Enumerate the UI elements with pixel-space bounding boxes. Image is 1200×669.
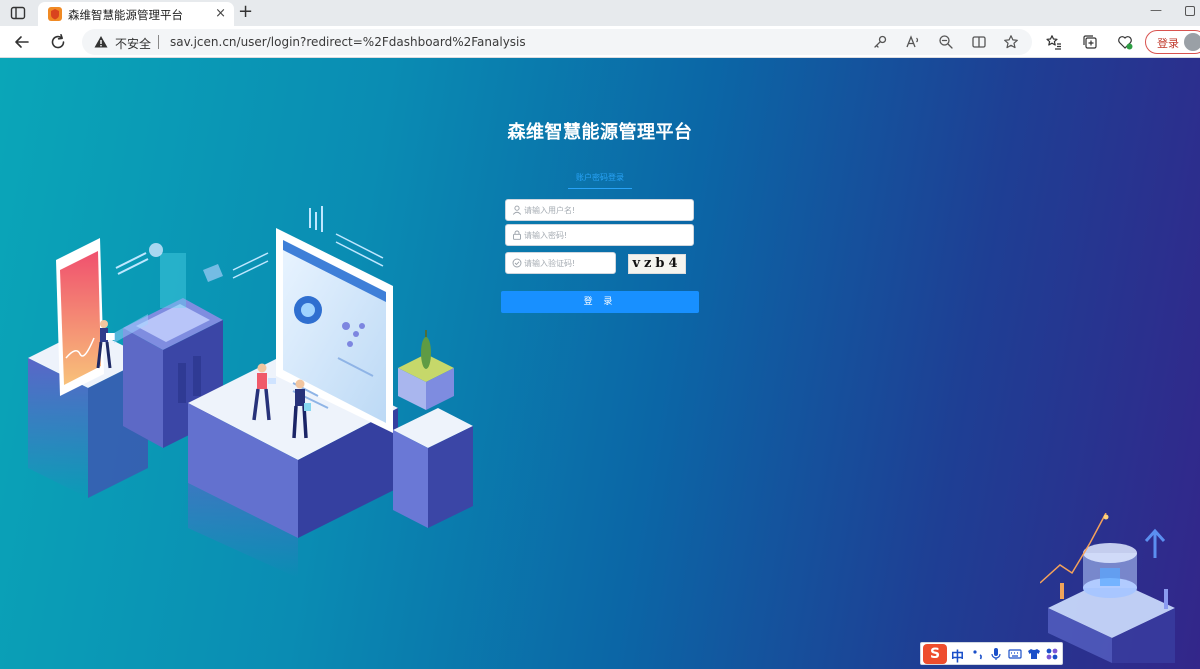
favorites-list-icon[interactable] bbox=[1046, 34, 1062, 50]
browser-essentials-icon[interactable] bbox=[1117, 34, 1133, 50]
ime-language-toggle[interactable]: 中 bbox=[951, 646, 964, 665]
minimize-icon[interactable]: — bbox=[1150, 3, 1162, 17]
sogou-logo-icon[interactable]: S bbox=[923, 644, 947, 664]
ime-toolbar: S 中 bbox=[920, 642, 1063, 665]
profile-login-button[interactable]: 登录 bbox=[1145, 30, 1200, 54]
url-text[interactable]: sav.jcen.cn/user/login?redirect=%2Fdashb… bbox=[170, 35, 526, 49]
safety-icon bbox=[512, 258, 522, 268]
isometric-datacenter-illustration bbox=[28, 206, 473, 578]
skin-shirt-icon[interactable] bbox=[1027, 647, 1041, 661]
energy-cylinder-decoration bbox=[1040, 513, 1175, 663]
microphone-icon[interactable] bbox=[989, 647, 1003, 661]
sidebar-toggle-icon[interactable] bbox=[10, 5, 26, 21]
profile-login-label: 登录 bbox=[1157, 37, 1179, 50]
captcha-placeholder: 请输入验证码! bbox=[524, 259, 576, 268]
address-separator bbox=[158, 35, 159, 49]
username-placeholder: 请输入用户名! bbox=[524, 206, 576, 215]
avatar bbox=[1184, 33, 1200, 51]
key-icon[interactable] bbox=[872, 34, 888, 50]
user-icon bbox=[512, 205, 522, 215]
browser-toolbar: 不安全 sav.jcen.cn/user/login?redirect=%2Fd… bbox=[0, 26, 1200, 58]
address-bar[interactable]: 不安全 sav.jcen.cn/user/login?redirect=%2Fd… bbox=[82, 29, 1032, 55]
toolbox-grid-icon[interactable] bbox=[1045, 647, 1059, 661]
captcha-image[interactable]: vzb4 bbox=[628, 254, 686, 274]
active-tab[interactable]: 森维智慧能源管理平台 × bbox=[38, 2, 234, 26]
zoom-out-icon[interactable] bbox=[938, 34, 954, 50]
keyboard-icon[interactable] bbox=[1008, 647, 1022, 661]
split-screen-icon[interactable] bbox=[971, 34, 987, 50]
security-label[interactable]: 不安全 bbox=[115, 35, 151, 52]
punctuation-icon[interactable] bbox=[971, 647, 985, 661]
lock-icon bbox=[513, 230, 521, 240]
captcha-input[interactable]: 请输入验证码! bbox=[505, 252, 616, 274]
password-placeholder: 请输入密码! bbox=[524, 231, 568, 240]
tab-account-password-login[interactable]: 账户密码登录 bbox=[568, 170, 632, 189]
browser-tab-strip: 森维智慧能源管理平台 × + — bbox=[0, 0, 1200, 26]
page-title: 森维智慧能源管理平台 bbox=[507, 122, 693, 143]
back-icon[interactable] bbox=[12, 32, 32, 52]
shield-favicon-icon bbox=[48, 7, 62, 21]
maximize-icon[interactable] bbox=[1185, 6, 1195, 16]
password-input[interactable]: 请输入密码! bbox=[505, 224, 694, 246]
tab-close-icon[interactable]: × bbox=[215, 6, 226, 22]
warning-icon[interactable] bbox=[94, 35, 108, 49]
new-tab-icon[interactable]: + bbox=[238, 3, 253, 21]
login-submit-button[interactable]: 登 录 bbox=[501, 291, 699, 313]
login-page: 森维智慧能源管理平台 账户密码登录 请输入用户名! 请输入密码! 请输入验证码!… bbox=[0, 58, 1200, 669]
read-aloud-icon[interactable] bbox=[905, 34, 921, 50]
collections-icon[interactable] bbox=[1082, 34, 1098, 50]
reload-icon[interactable] bbox=[48, 32, 68, 52]
tab-title: 森维智慧能源管理平台 bbox=[68, 8, 183, 22]
favorite-star-icon[interactable] bbox=[1003, 34, 1019, 50]
username-input[interactable]: 请输入用户名! bbox=[505, 199, 694, 221]
